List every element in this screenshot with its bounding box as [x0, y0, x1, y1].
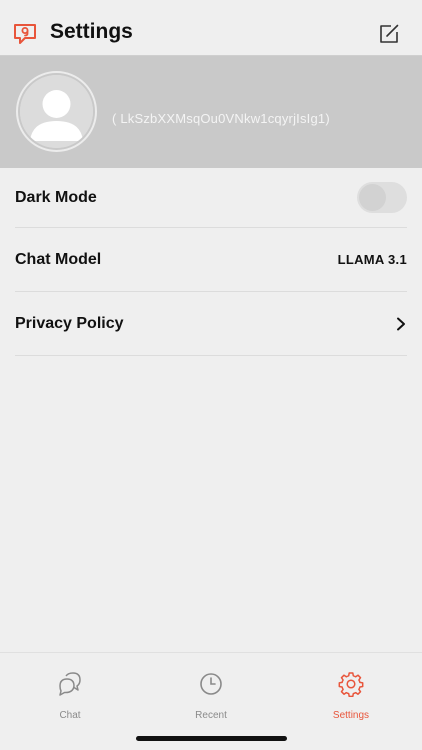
- header: Settings: [0, 0, 422, 56]
- chevron-right-icon: [395, 317, 407, 331]
- compose-icon[interactable]: [378, 23, 400, 45]
- tab-recent[interactable]: Recent: [161, 671, 261, 721]
- gear-icon: [338, 671, 364, 702]
- tab-settings-label: Settings: [332, 710, 370, 721]
- dark-mode-toggle[interactable]: [357, 182, 407, 213]
- chat-model-value: LLAMA 3.1: [337, 252, 407, 267]
- chat-model-label: Chat Model: [15, 250, 102, 268]
- user-avatar-icon: [20, 75, 93, 148]
- page-title: Settings: [50, 20, 133, 43]
- avatar[interactable]: [16, 71, 97, 152]
- dark-mode-row: Dark Mode: [15, 168, 407, 228]
- tab-chat[interactable]: Chat: [20, 671, 120, 721]
- clock-icon: [198, 671, 224, 702]
- privacy-policy-row[interactable]: Privacy Policy: [15, 292, 407, 356]
- tab-chat-label: Chat: [59, 710, 81, 721]
- privacy-policy-label: Privacy Policy: [15, 314, 124, 332]
- dark-mode-label: Dark Mode: [15, 188, 97, 206]
- home-indicator: [136, 736, 287, 741]
- tab-recent-label: Recent: [195, 710, 227, 721]
- profile-banner: ( LkSzbXXMsqOu0VNkw1cqyrjIsIg1): [0, 56, 422, 168]
- chat-logo-icon: [13, 22, 37, 46]
- tab-settings[interactable]: Settings: [301, 671, 401, 721]
- chat-bubble-icon: [57, 671, 83, 702]
- toggle-knob: [359, 184, 386, 211]
- settings-screen: Settings ( LkSzbXXMsqOu0VNkw1cqyrjIsIg1)…: [0, 0, 422, 750]
- user-id: ( LkSzbXXMsqOu0VNkw1cqyrjIsIg1): [112, 111, 330, 126]
- chat-model-row[interactable]: Chat Model LLAMA 3.1: [15, 228, 407, 292]
